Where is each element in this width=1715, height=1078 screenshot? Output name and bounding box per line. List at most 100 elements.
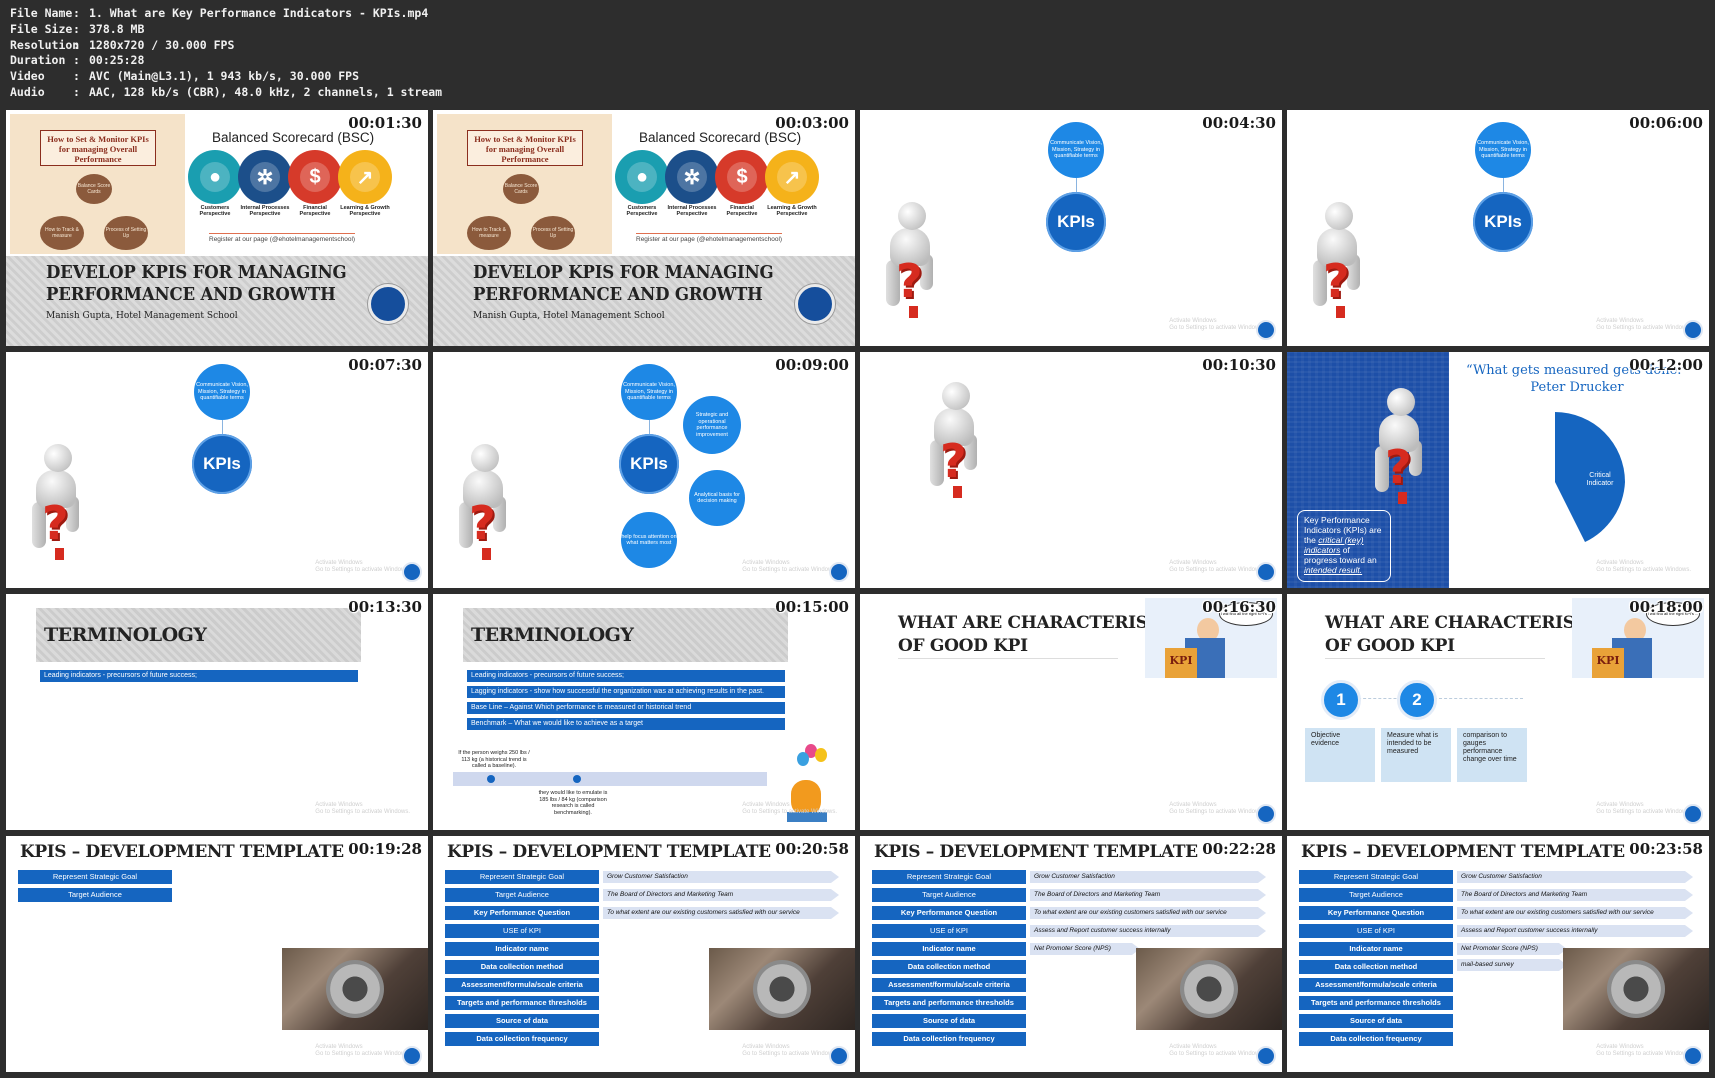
timestamp: 00:01:30 [348,114,422,132]
info-key: Video [10,69,45,84]
step-number: 1 [1321,680,1361,720]
terminology-title: TERMINOLOGY [471,624,634,646]
kpis-circle: KPIs [1046,192,1106,252]
logo-badge-icon [1683,320,1703,340]
timestamp: 00:10:30 [1202,356,1276,374]
thumbnail-8[interactable]: ? Key Performance Indicators (KPIs) are … [1287,352,1709,588]
timestamp: 00:12:00 [1629,356,1703,374]
activate-windows-watermark: Activate Windows Go to Settings to activa… [1169,560,1264,573]
activate-windows-watermark: Activate Windows Go to Settings to activa… [1169,318,1264,331]
info-value: 378.8 MB [89,21,145,36]
template-title: KPIS – DEVELOPMENT TEMPLATE [20,842,344,862]
timeline-bar [453,772,767,786]
template-field: USE of KPI [1299,924,1453,938]
info-row-filename: File Name:1. What are Key Performance In… [10,6,429,20]
template-field: Targets and performance thresholds [445,996,599,1010]
template-field: Source of data [1299,1014,1453,1028]
thumbnail-14[interactable]: KPIS – DEVELOPMENT TEMPLATE Represent St… [433,836,855,1072]
info-key: Resolution [10,37,80,52]
template-answer: The Board of Directors and Marketing Tea… [603,889,839,901]
thumbnail-10[interactable]: TERMINOLOGY Leading indicators - precurs… [433,594,855,830]
info-value: AVC (Main@L3.1), 1 943 kb/s, 30.000 FPS [89,69,360,84]
thumbnail-7[interactable]: ? Activate Windows Go to Settings to acti… [860,352,1282,588]
logo-badge-icon [402,562,422,582]
activate-windows-watermark: Activate Windows Go to Settings to activa… [1596,1044,1691,1057]
bsc-circle-right: Process of Setting Up [104,216,148,250]
thinking-figure-icon: ? [1309,202,1369,322]
template-field: Indicator name [1299,942,1453,956]
thumbnail-6[interactable]: Communicate Vision, Mission, Strategy in… [433,352,855,588]
activate-windows-watermark: Activate Windows Go to Settings to activa… [742,1044,837,1057]
kpis-circle: KPIs [1473,192,1533,252]
template-field: Target Audience [872,888,1026,902]
template-field: Assessment/formula/scale criteria [445,978,599,992]
bsc-title: Balanced Scorecard (BSC) [639,130,802,145]
puzzle-photo [1563,948,1709,1030]
school-logo [368,284,408,324]
timeline-baseline-text: If the person weighs 250 lbs / 113 kg (a… [458,750,530,769]
step-card: comparison to gauges performance change … [1457,728,1527,782]
thumbnail-9[interactable]: TERMINOLOGY Leading indicators - precurs… [6,594,428,830]
activate-windows-watermark: Activate Windows Go to Settings to activa… [742,802,837,815]
growth-chart-icon: ↗ [338,150,392,204]
thumbnail-13[interactable]: KPIS – DEVELOPMENT TEMPLATE Represent St… [6,836,428,1072]
activate-windows-watermark: Activate Windows Go to Settings to activa… [1596,318,1691,331]
template-field: USE of KPI [872,924,1026,938]
template-field: Target Audience [445,888,599,902]
perspective-label: Customers Perspective [199,205,231,217]
timestamp: 00:16:30 [1202,598,1276,616]
gear-icon: ✲ [238,150,292,204]
template-title: KPIS – DEVELOPMENT TEMPLATE [874,842,1198,862]
media-info-panel: File Name:1. What are Key Performance In… [10,6,442,101]
info-row-audio: Audio: AAC, 128 kb/s (CBR), 48.0 kHz, 2 c… [10,84,443,99]
template-answer: Grow Customer Satisfaction [603,871,839,883]
info-value: 1280x720 / 30.000 FPS [89,37,235,52]
info-key: File Size [10,21,73,36]
thumbnail-3[interactable]: Communicate Vision, Mission, Strategy in… [860,110,1282,346]
thumbnail-12[interactable]: WHAT ARE CHARACTERISTICS OF GOOD KPI I wi… [1287,594,1709,830]
template-field: Key Performance Question [872,906,1026,920]
thumbnail-5[interactable]: Communicate Vision, Mission, Strategy in… [6,352,428,588]
slide-author: Manish Gupta, Hotel Management School [473,311,665,321]
term-bar: Base Line – Against Which performance is… [467,702,785,714]
thumbnail-4[interactable]: Communicate Vision, Mission, Strategy in… [1287,110,1709,346]
activate-windows-watermark: Activate Windows Go to Settings to activa… [315,560,410,573]
timestamp: 00:23:58 [1629,840,1703,858]
timestamp: 00:20:58 [775,840,849,858]
template-answer: To what extent are our existing customer… [603,907,839,919]
template-field: Represent Strategic Goal [1299,870,1453,884]
register-text: Register at our page (@ehotelmanagements… [209,233,356,243]
timestamp: 00:07:30 [348,356,422,374]
communicate-circle: Communicate Vision, Mission, Strategy in… [621,364,677,420]
timestamp: 00:06:00 [1629,114,1703,132]
logo-badge-icon [829,1046,849,1066]
thumbnail-16[interactable]: KPIS – DEVELOPMENT TEMPLATE Represent St… [1287,836,1709,1072]
term-bar: Lagging indicators - show how successful… [467,686,785,698]
timeline-dot [573,775,581,783]
logo-badge-icon [1683,1046,1703,1066]
template-field: Key Performance Question [445,906,599,920]
wedge-label: Critical Indicator [1586,472,1614,487]
template-answer: Assess and Report customer success inter… [1030,925,1266,937]
timestamp: 00:15:00 [775,598,849,616]
template-field: Data collection frequency [872,1032,1026,1046]
customer-icon: ● [615,150,669,204]
logo-badge-icon [829,562,849,582]
logo-badge-icon [1683,804,1703,824]
thinking-figure-icon: ? [1371,388,1431,508]
analytical-circle: Analytical basis for decision making [689,470,745,526]
thumbnail-2[interactable]: How to Set & Monitor KPIs for managing O… [433,110,855,346]
logo-badge-icon [1256,320,1276,340]
thumbnail-1[interactable]: How to Set & Monitor KPIs for managing O… [6,110,428,346]
slide-heading: DEVELOP KPIS FOR MANAGING PERFORMANCE AND… [473,262,774,305]
thumbnail-15[interactable]: KPIS – DEVELOPMENT TEMPLATE Represent St… [860,836,1282,1072]
logo-badge-icon [1256,804,1276,824]
thumbnail-11[interactable]: WHAT ARE CHARACTERISTICS OF GOOD KPI I wi… [860,594,1282,830]
template-field: Targets and performance thresholds [1299,996,1453,1010]
step-card: Objective evidence [1305,728,1375,782]
template-field: Data collection frequency [1299,1032,1453,1046]
bsc-circle-top: Balance Score Cards [76,174,112,204]
timeline-dot [487,775,495,783]
template-field: Assessment/formula/scale criteria [1299,978,1453,992]
slide-heading: DEVELOP KPIS FOR MANAGING PERFORMANCE AND… [46,262,347,305]
